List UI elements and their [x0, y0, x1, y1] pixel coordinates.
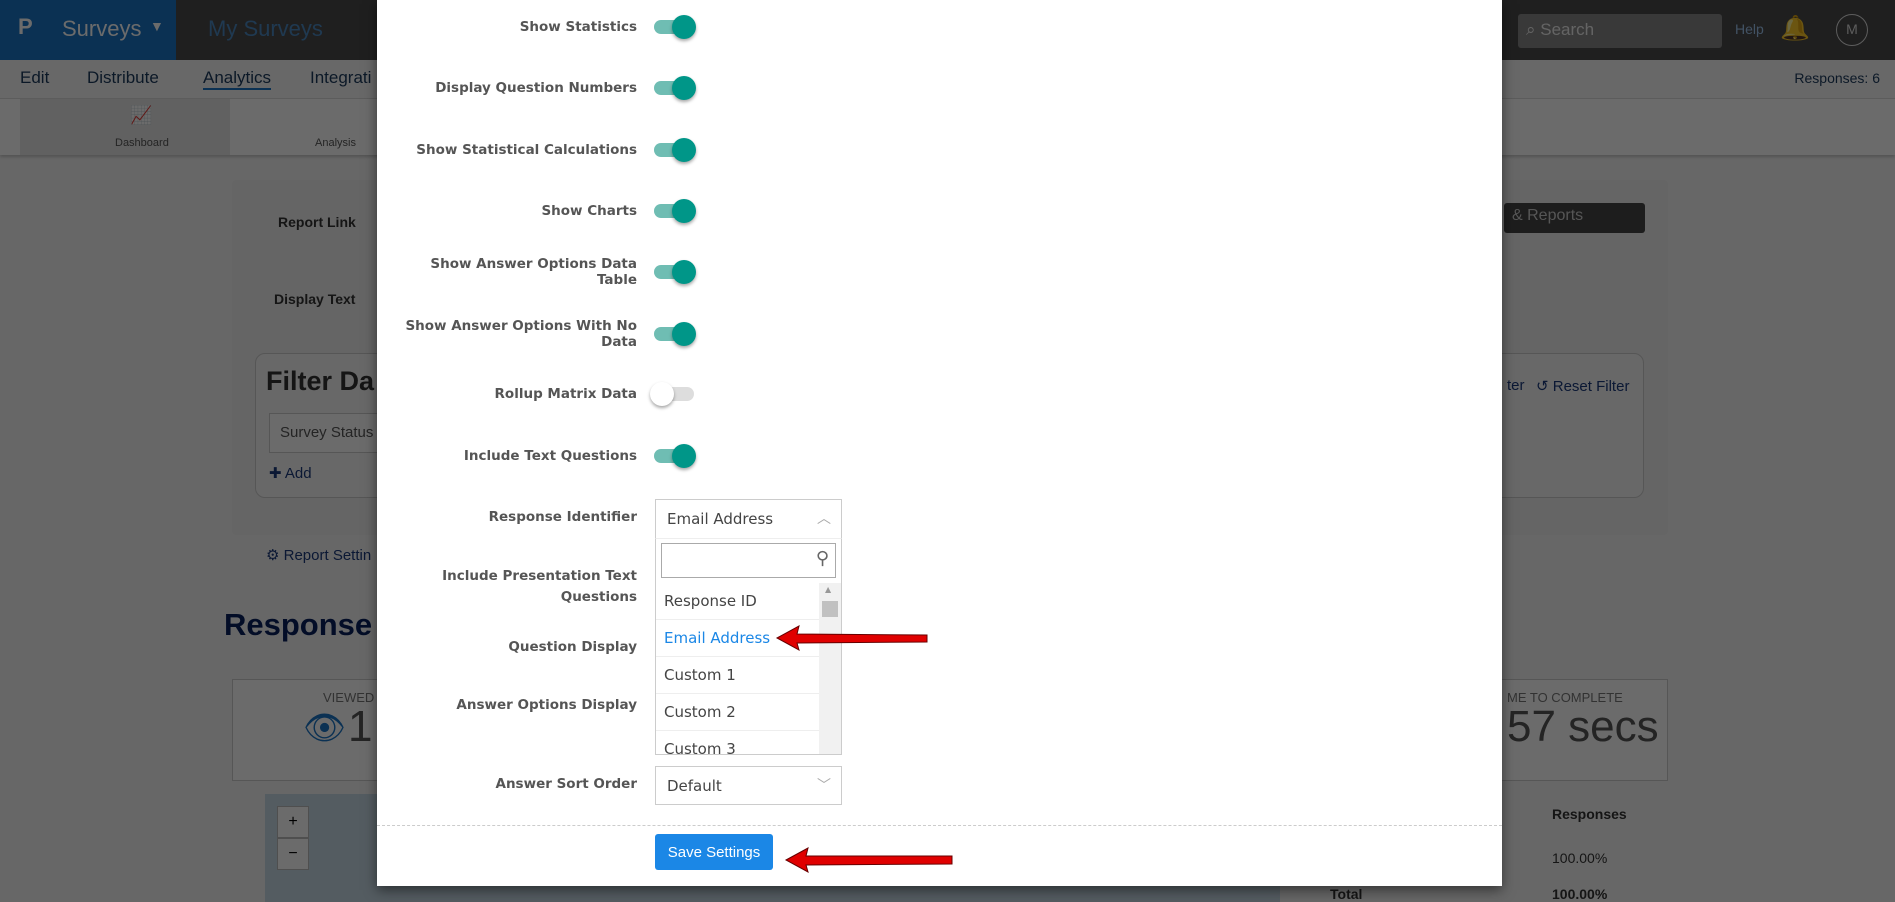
include-text-questions-label: Include Text Questions: [463, 448, 637, 464]
response-identifier-label: Response Identifier: [488, 509, 637, 525]
search-icon: ⚲: [815, 548, 829, 569]
show-statistical-calculations-label: Show Statistical Calculations: [416, 142, 637, 158]
annotation-arrow-icon: [775, 625, 928, 652]
show-statistics-label: Show Statistics: [519, 19, 637, 35]
include-text-questions-toggle[interactable]: [654, 444, 696, 468]
include-presentation-label-cont: Questions: [560, 589, 637, 605]
dropdown-option[interactable]: Custom 2: [656, 694, 819, 731]
dropdown-option[interactable]: Response ID: [656, 583, 819, 620]
brand-menu[interactable]: P Surveys ▼: [0, 0, 176, 60]
show-answer-options-data-table-label: Show Answer Options Data Table: [430, 256, 637, 288]
toggle-knob: [672, 322, 696, 346]
show-statistical-calculations-toggle[interactable]: [654, 138, 696, 162]
table-cell: Total: [1330, 886, 1363, 902]
reset-filter-label: Reset Filter: [1552, 378, 1630, 395]
survey-status-field[interactable]: Survey Status: [269, 413, 377, 453]
dropdown-search-input[interactable]: ⚲: [661, 543, 836, 578]
toggle-knob: [650, 382, 674, 406]
divider: [377, 825, 1502, 826]
tool-label: Analysis: [315, 137, 356, 149]
search-icon: ⌕: [1526, 20, 1536, 39]
zoom-in-button[interactable]: +: [277, 806, 309, 838]
selected-value: Email Address: [667, 510, 774, 528]
show-charts-label: Show Charts: [541, 203, 637, 219]
show-statistics-toggle[interactable]: [654, 15, 696, 39]
tool-analysis[interactable]: Analysis: [230, 99, 370, 155]
breadcrumb[interactable]: My Surveys: [208, 16, 323, 42]
table-header: Responses: [1552, 806, 1627, 822]
help-link[interactable]: Help: [1735, 21, 1764, 37]
nav-distribute[interactable]: Distribute: [87, 68, 159, 88]
chevron-down-icon: ﹀: [817, 778, 831, 794]
caret-down-icon: ▼: [150, 18, 164, 34]
avatar[interactable]: M: [1836, 14, 1868, 46]
response-identifier-select[interactable]: Email Address ︿: [655, 499, 842, 538]
include-presentation-label: Include Presentation Text: [442, 568, 637, 584]
table-cell: 100.00%: [1552, 850, 1608, 866]
scrollbar-thumb[interactable]: [822, 601, 838, 617]
nav-edit[interactable]: Edit: [20, 68, 49, 88]
dropdown-scrollbar[interactable]: ▲: [819, 583, 841, 754]
reset-filter-link[interactable]: ↺ Reset Filter: [1536, 377, 1629, 395]
show-answer-options-with-no-data-toggle[interactable]: [654, 322, 696, 346]
show-answer-options-with-no-data-label: Show Answer Options With No Data: [405, 318, 637, 350]
bell-icon[interactable]: 🔔: [1780, 14, 1810, 43]
search-input[interactable]: ⌕ Search: [1518, 14, 1722, 48]
time-value: 57 secs: [1507, 702, 1659, 751]
display-text-label: Display Text: [274, 291, 356, 307]
dropdown-option[interactable]: Custom 1: [656, 657, 819, 694]
tool-label: Dashboard: [115, 137, 169, 149]
dropdown-option[interactable]: Custom 3: [656, 731, 819, 754]
save-settings-button[interactable]: Save Settings: [655, 834, 773, 870]
toggle-knob: [672, 15, 696, 39]
toggle-knob: [672, 138, 696, 162]
add-label: Add: [284, 465, 312, 482]
line-chart-icon: 📈: [130, 105, 153, 125]
reset-icon: ↺: [1536, 378, 1549, 395]
show-charts-toggle[interactable]: [654, 199, 696, 223]
responses-count: Responses: 6: [1794, 70, 1880, 86]
toggle-knob: [672, 444, 696, 468]
plus-icon: ✚: [269, 465, 282, 482]
table-cell: 100.00%: [1552, 886, 1608, 902]
filter-title: Filter Da: [266, 366, 375, 396]
nav-analytics[interactable]: Analytics: [203, 68, 272, 90]
search-placeholder: Search: [1540, 20, 1595, 39]
tool-dashboard[interactable]: 📈 Dashboard: [20, 99, 230, 155]
toggle-knob: [672, 260, 696, 284]
show-answer-options-data-table-toggle[interactable]: [654, 260, 696, 284]
report-link-label: Report Link: [278, 214, 356, 230]
nav-integrations[interactable]: Integrati: [310, 68, 371, 88]
chevron-up-icon: ︿: [817, 511, 831, 527]
logo-icon: P: [18, 14, 33, 39]
gear-icon: ⚙: [266, 547, 280, 564]
eye-icon: 👁: [303, 709, 347, 747]
answer-sort-order-label: Answer Sort Order: [495, 776, 638, 792]
scroll-up-icon: ▲: [825, 585, 832, 594]
apply-filter-link[interactable]: ter: [1507, 377, 1525, 394]
viewed-value: 1: [348, 702, 373, 751]
report-settings-link[interactable]: ⚙ Report Settin: [266, 546, 371, 564]
answer-options-display-label: Answer Options Display: [456, 697, 637, 713]
selected-value: Default: [667, 776, 722, 795]
report-settings-label: Report Settin: [283, 547, 372, 564]
report-settings-modal: Show Statistics Display Question Numbers…: [377, 0, 1502, 886]
answer-sort-order-select[interactable]: Default ﹀: [655, 766, 842, 805]
toggle-knob: [672, 76, 696, 100]
display-question-numbers-toggle[interactable]: [654, 76, 696, 100]
brand-label: Surveys: [62, 16, 142, 41]
add-filter-button[interactable]: ✚ Add: [269, 464, 312, 482]
rollup-matrix-data-toggle[interactable]: [650, 382, 694, 406]
responses-heading: Response: [224, 607, 373, 642]
rollup-matrix-data-label: Rollup Matrix Data: [494, 386, 637, 402]
reports-button[interactable]: & Reports: [1504, 203, 1645, 233]
zoom-out-button[interactable]: −: [277, 838, 309, 870]
toggle-knob: [672, 199, 696, 223]
annotation-arrow-icon: [784, 847, 953, 874]
display-question-numbers-label: Display Question Numbers: [435, 80, 637, 96]
question-display-label: Question Display: [508, 639, 637, 655]
